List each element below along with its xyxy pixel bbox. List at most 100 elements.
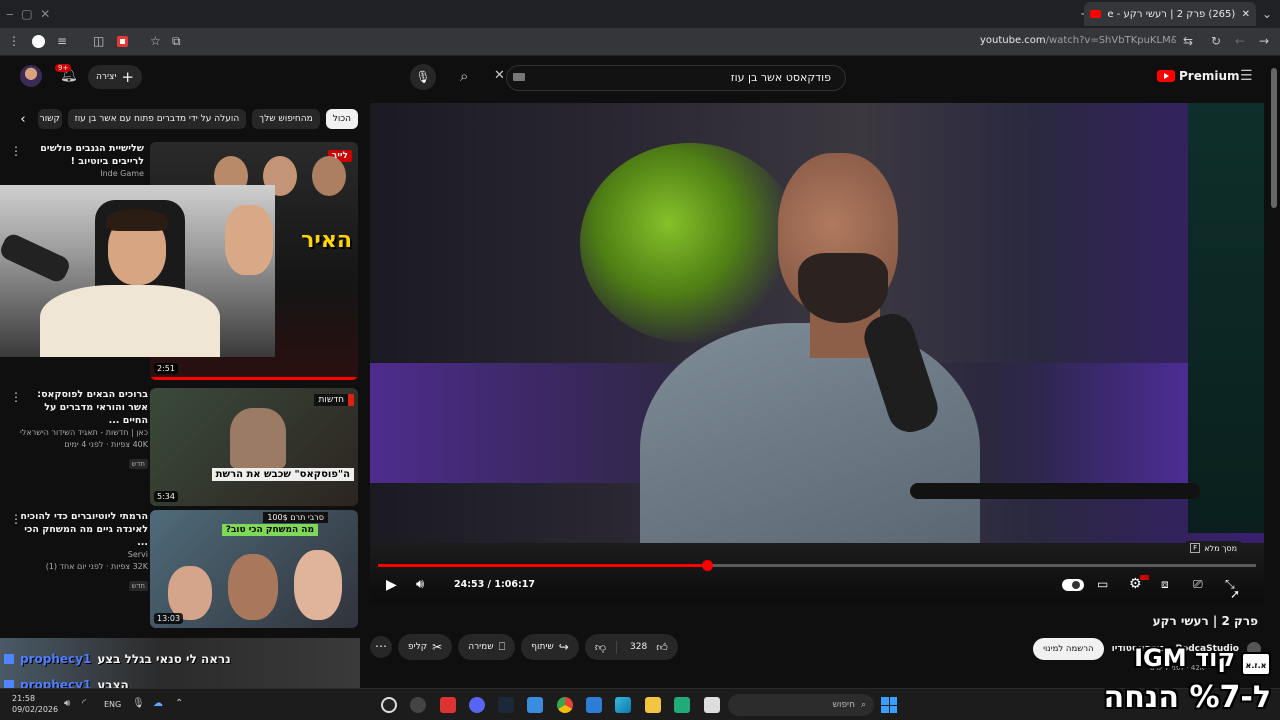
photos-icon[interactable] (527, 697, 543, 713)
chat-msg-1: נראה לי סנאי בגלל בצע (97, 652, 231, 666)
youtube-premium-logo[interactable]: Premium (1157, 69, 1240, 83)
chip-from-search[interactable]: מהחיפוש שלך (252, 109, 320, 129)
search-icon[interactable]: ⌕ (460, 69, 468, 84)
app-icon-4[interactable] (704, 697, 720, 713)
profile-circle-icon[interactable] (32, 35, 45, 48)
like-count[interactable]: 328 (622, 642, 647, 652)
time-current: 24:53 (454, 579, 485, 590)
chip-uploaded-by[interactable]: הועלה על ידי מדברים פתוח עם אשר בן עוז (67, 109, 247, 129)
onedrive-icon[interactable]: ☁ (153, 699, 163, 709)
obs-icon[interactable] (381, 697, 397, 713)
mic-tray-icon[interactable]: 🎙︎ (132, 699, 145, 709)
taskbar-search-icon: ⌕ (860, 700, 866, 710)
video-action-row: ⋯ קליפ ✂ שמירה ⎕ שיתוף ↪ 👎︎ 328 👍︎ (370, 634, 678, 660)
rec-channel[interactable]: Servi (20, 549, 148, 561)
autoplay-toggle[interactable] (1062, 579, 1084, 591)
bookmark-star-icon[interactable]: ☆ (150, 35, 161, 47)
windows-start-icon[interactable] (881, 697, 897, 713)
like-icon[interactable]: 👍︎ (652, 641, 678, 654)
translate-icon[interactable]: ⇆ (1183, 35, 1193, 47)
search-input[interactable]: פודקאסט אשר בן עוז (506, 65, 846, 91)
chip-related[interactable]: קשור (37, 109, 62, 129)
chat-line-1: prophecy1 נראה לי סנאי בגלל בצע (4, 652, 231, 666)
back-icon[interactable]: → (1259, 35, 1269, 47)
tray-expand-icon[interactable]: ⌃ (175, 699, 183, 709)
like-dislike-group: 👎︎ 328 👍︎ (584, 634, 678, 660)
list-item[interactable]: סרבי תרם 100$ מה המשחק הכי טוב? 13:03 הר… (0, 510, 362, 628)
tab-title: (265) פרק 2 | רעשי רקע - YouTube (1107, 8, 1236, 20)
video-player[interactable]: מסך מלא F ▶ 🔊︎ 24:53 / 1:06:17 ▭ ⚙ ⧈ ⎚ ⤡… (370, 103, 1264, 603)
chip-all[interactable]: הכול (325, 109, 358, 129)
miniplayer-icon[interactable]: ⧈ (1161, 577, 1169, 592)
voice-search-button[interactable]: 🎙︎ (410, 64, 436, 90)
more-actions-icon[interactable]: ⋮ (10, 390, 22, 404)
app-icon-1[interactable] (410, 697, 426, 713)
hamburger-menu-icon[interactable]: ☰ (1240, 69, 1253, 83)
rec-stats: 40K צפיות · לפני 4 ימים (64, 440, 148, 449)
youtube-header: 🔔︎ 9+ יצירה + 🎙︎ ⌕ ✕ פודקאסט אשר בן עוז … (0, 56, 1280, 98)
dislike-button[interactable]: 👎︎ (585, 640, 618, 654)
microphone-arm (0, 231, 73, 285)
file-explorer-icon[interactable] (645, 697, 661, 713)
wifi-icon[interactable]: ◜ (82, 699, 86, 709)
page-scrollbar[interactable] (1270, 60, 1278, 680)
language-indicator[interactable]: ENG (104, 700, 121, 709)
store-icon[interactable] (586, 697, 602, 713)
rec-channel[interactable]: Inde Game (20, 168, 144, 180)
tab-list-icon[interactable]: ⌄ (1262, 8, 1272, 20)
extensions-icon[interactable]: ◫ (93, 35, 104, 47)
app-icon-3[interactable] (674, 697, 690, 713)
keyboard-icon[interactable] (513, 73, 525, 81)
duration-badge: 2:51 (154, 363, 178, 374)
more-actions-button[interactable]: ⋯ (370, 636, 392, 658)
collections-icon[interactable]: ⧉ (172, 35, 181, 47)
save-button[interactable]: שמירה ⎕ (458, 634, 516, 660)
subtitles-icon[interactable]: ▭ (1097, 577, 1108, 591)
menu-dots-icon[interactable]: ⋮ (8, 35, 20, 47)
more-actions-icon[interactable]: ⋮ (10, 512, 22, 526)
chrome-icon[interactable] (557, 697, 573, 713)
edge-icon[interactable] (615, 697, 631, 713)
thumb-headline: האיר (301, 228, 352, 253)
address-bar: ⋮ ≡ ◫ ☆ ⧉ youtube.com/watch?v=ShVbTKpuKL… (0, 28, 1280, 56)
rec-title[interactable]: הרמתי ליוטיוברים כדי להוכיח לאינדה גיים … (20, 510, 148, 549)
time-total: 1:06:17 (494, 579, 535, 590)
progress-bar[interactable] (378, 560, 1256, 571)
create-button[interactable]: יצירה + (88, 65, 142, 89)
rec-thumbnail[interactable]: חדשות ה"פוסקאס" שכבש את הרשת 5:34 (150, 388, 358, 506)
speaker-icon[interactable]: 🔊︎ (64, 699, 70, 709)
share-label: שיתוף (531, 642, 554, 652)
cast-icon[interactable]: ⎚ (1193, 577, 1203, 592)
scrollbar-thumb[interactable] (1271, 68, 1277, 208)
tab-close-icon[interactable]: ✕ (1242, 9, 1250, 20)
taskbar-clock[interactable]: 21:58 09/02/2026 (12, 693, 58, 715)
avatar[interactable] (20, 65, 42, 87)
rec-title[interactable]: שלישיית הגנבים פולשים לרייבים ביוטיוב ! (20, 142, 144, 168)
rec-channel[interactable]: כאן | חדשות - תאגיד השידור הישראלי (20, 427, 148, 439)
clear-search-icon[interactable]: ✕ (494, 69, 505, 82)
url-field[interactable]: youtube.com/watch?v=ShVbTKpuKLM&t=965s (980, 35, 1176, 46)
record-icon[interactable] (117, 36, 128, 47)
share-button[interactable]: שיתוף ↪ (521, 634, 579, 660)
clip-button[interactable]: קליפ ✂ (398, 634, 453, 660)
rec-title[interactable]: ברוכים הבאים לפוסקאס: אשר והוראי מדברים … (20, 388, 148, 427)
new-badge: חדש (128, 581, 148, 591)
promo-tag: א.ז.א (1241, 652, 1271, 676)
app-icon-2[interactable] (440, 697, 456, 713)
forward-icon[interactable]: ← (1235, 35, 1245, 47)
play-button[interactable]: ▶ (386, 577, 397, 593)
chips-scroll-left-icon[interactable]: ‹ (14, 112, 31, 127)
taskbar-search[interactable]: חיפוש ⌕ (728, 694, 874, 716)
window-controls[interactable]: ‒ ▢ ✕ (6, 8, 76, 20)
guest-beard (798, 253, 888, 323)
steam-icon[interactable] (498, 697, 514, 713)
reading-list-icon[interactable]: ≡ (57, 35, 67, 47)
list-item[interactable]: חדשות ה"פוסקאס" שכבש את הרשת 5:34 ברוכים… (0, 388, 362, 506)
rec-thumbnail[interactable]: סרבי תרם 100$ מה המשחק הכי טוב? 13:03 (150, 510, 358, 628)
volume-icon[interactable]: 🔊︎ (416, 577, 424, 592)
active-tab[interactable]: ✕ (265) פרק 2 | רעשי רקע - YouTube (1084, 2, 1256, 26)
more-actions-icon[interactable]: ⋮ (10, 144, 22, 158)
webcam-person-hair (106, 209, 168, 231)
discord-icon[interactable] (469, 697, 485, 713)
reload-icon[interactable]: ↻ (1211, 35, 1221, 47)
